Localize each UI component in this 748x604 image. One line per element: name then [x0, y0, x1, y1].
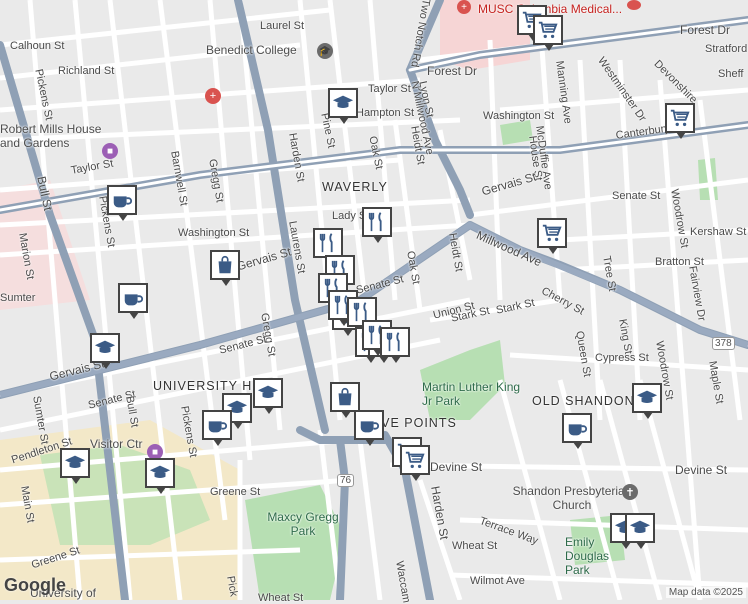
greene-st-label: Greene St: [210, 486, 261, 498]
neighborhood-waverly: WAVERLY: [322, 180, 388, 194]
grocery-icon: [404, 449, 426, 471]
education-icon: [257, 382, 279, 404]
museum-icon[interactable]: ■: [102, 143, 118, 159]
wilmot-ave-label: Wilmot Ave: [470, 575, 525, 587]
shandon-church-label[interactable]: Shandon Presbyterian Church: [512, 484, 632, 512]
education-icon: [332, 92, 354, 114]
robert-mills-label[interactable]: Robert Mills House and Gardens: [0, 122, 120, 150]
calhoun-st-label: Calhoun St: [10, 40, 65, 52]
coffee-marker[interactable]: [118, 283, 148, 319]
mlk-park-label[interactable]: Martin Luther King Jr Park: [422, 380, 522, 408]
college-icon[interactable]: 🎓: [317, 43, 333, 59]
education-marker[interactable]: [253, 378, 283, 414]
education-marker[interactable]: [328, 88, 358, 124]
grocery-icon: [541, 222, 563, 244]
hampton-st-label: Hampton St: [356, 107, 415, 119]
kershaw-st-label: Kershaw St: [690, 226, 747, 238]
shopping-icon: [334, 386, 356, 408]
richland-st-label: Richland St: [58, 65, 115, 77]
coffee-marker[interactable]: [562, 413, 592, 449]
map-attribution[interactable]: Map data ©2025: [665, 587, 746, 598]
medical-center-label[interactable]: MUSC Columbia Medical...: [478, 2, 622, 16]
benedict-college-label[interactable]: Benedict College: [206, 43, 297, 57]
coffee-marker[interactable]: [202, 410, 232, 446]
devine-st-label-2: Devine St: [675, 463, 728, 477]
education-marker[interactable]: [625, 513, 655, 549]
cypress-st-label: Cypress St: [595, 352, 649, 364]
taylor-st-label-top: Taylor St: [368, 83, 411, 95]
restaurant-icon: [366, 211, 388, 233]
education-marker[interactable]: [60, 448, 90, 484]
us-378-shield: 378: [712, 337, 735, 350]
google-logo[interactable]: Google: [4, 575, 66, 596]
education-icon: [629, 517, 651, 539]
grocery-marker[interactable]: [533, 15, 563, 51]
visitor-center-label[interactable]: Visitor Ctr: [90, 437, 142, 451]
coffee-icon: [122, 287, 144, 309]
coffee-icon: [358, 414, 380, 436]
us-76-shield: 76: [337, 474, 355, 487]
medical-icon[interactable]: +: [457, 0, 471, 14]
coffee-icon: [111, 189, 133, 211]
restaurant-marker[interactable]: [362, 207, 392, 243]
coffee-marker[interactable]: [354, 410, 384, 446]
shopping-marker[interactable]: [210, 250, 240, 286]
grocery-icon: [537, 19, 559, 41]
restaurant-marker[interactable]: [313, 228, 343, 264]
education-icon: [94, 337, 116, 359]
sumter-left-label: Sumter: [0, 292, 36, 304]
coffee-icon: [206, 414, 228, 436]
shopping-marker[interactable]: [330, 382, 360, 418]
coffee-marker[interactable]: [107, 185, 137, 221]
devine-st-label: Devine St: [430, 460, 483, 474]
church-icon[interactable]: ✝: [622, 484, 638, 500]
education-icon: [64, 452, 86, 474]
grocery-icon: [669, 107, 691, 129]
hospital-icon-2[interactable]: [627, 0, 641, 10]
education-marker[interactable]: [90, 333, 120, 369]
neighborhood-old-shandon: OLD SHANDON: [532, 394, 635, 408]
stratford-label: Stratford: [705, 43, 748, 55]
grocery-marker[interactable]: [665, 103, 695, 139]
senate-st-label-e: Senate St: [612, 190, 661, 202]
laurel-st-label: Laurel St: [260, 20, 305, 32]
hospital-icon[interactable]: +: [205, 88, 221, 104]
restaurant-icon: [317, 232, 339, 254]
forest-dr-label: Forest Dr: [427, 64, 478, 78]
coffee-icon: [566, 417, 588, 439]
grocery-marker[interactable]: [537, 218, 567, 254]
washington-st-label: Washington St: [178, 227, 250, 239]
education-icon: [636, 387, 658, 409]
shopping-icon: [214, 254, 236, 276]
forest-dr-label-2: Forest Dr: [680, 23, 731, 37]
wheat-st-label-2: Wheat St: [258, 592, 304, 604]
sheff-label: Sheff: [718, 68, 744, 80]
washington-st-label-e: Washington St: [483, 110, 555, 122]
education-marker[interactable]: [145, 458, 175, 494]
education-icon: [149, 462, 171, 484]
wheat-st-label: Wheat St: [452, 540, 498, 552]
maxcy-gregg-park-label[interactable]: Maxcy Gregg Park: [263, 510, 343, 538]
restaurant-marker[interactable]: [380, 327, 410, 363]
education-marker[interactable]: [632, 383, 662, 419]
grocery-marker[interactable]: [400, 445, 430, 481]
restaurant-icon: [384, 331, 406, 353]
